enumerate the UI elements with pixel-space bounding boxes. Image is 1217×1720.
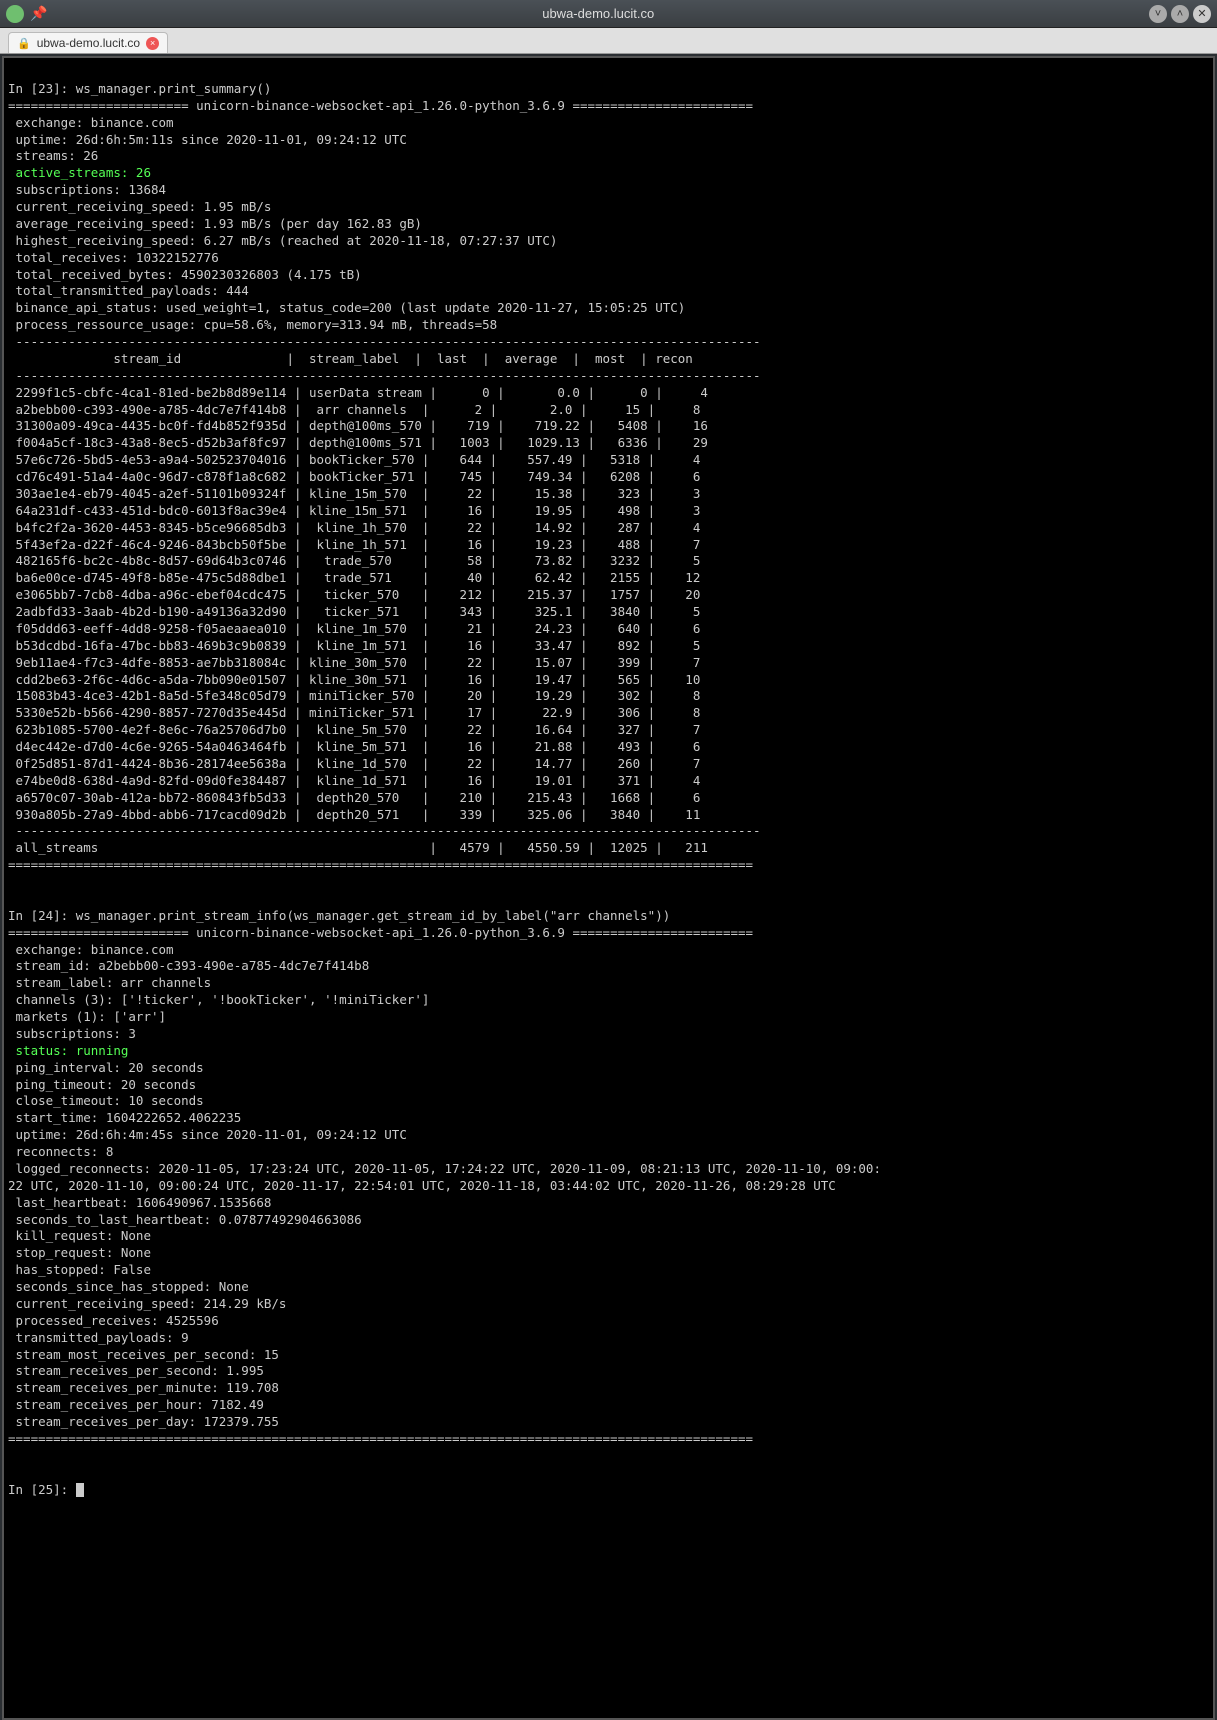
line2-seconds-to-lh: seconds_to_last_heartbeat: 0.07877492904… xyxy=(8,1212,362,1227)
pin-icon[interactable]: 📌 xyxy=(30,5,47,22)
line-exchange: exchange: binance.com xyxy=(8,115,174,130)
line2-stop-request: stop_request: None xyxy=(8,1245,151,1260)
line2-srph: stream_receives_per_hour: 7182.49 xyxy=(8,1397,264,1412)
line-crs: current_receiving_speed: 1.95 mB/s xyxy=(8,199,271,214)
line2-logged-reconnects: logged_reconnects: 2020-11-05, 17:23:24 … xyxy=(8,1161,881,1176)
table-header: stream_id | stream_label | last | averag… xyxy=(8,351,693,366)
line2-srps: stream_receives_per_second: 1.995 xyxy=(8,1363,264,1378)
line2-last-heartbeat: last_heartbeat: 1606490967.1535668 xyxy=(8,1195,271,1210)
browser-tab[interactable]: 🔒 ubwa-demo.lucit.co × xyxy=(8,32,168,53)
line-api-status: binance_api_status: used_weight=1, statu… xyxy=(8,300,685,315)
prompt-25: In [25]: xyxy=(8,1482,76,1497)
line2-subscriptions: subscriptions: 3 xyxy=(8,1026,136,1041)
line2-channels: channels (3): ['!ticker', '!bookTicker',… xyxy=(8,992,429,1007)
line2-status: status: running xyxy=(8,1043,128,1058)
window-titlebar: 📌 ubwa-demo.lucit.co ˅ ˄ ✕ xyxy=(0,0,1217,28)
separator: ----------------------------------------… xyxy=(8,334,761,349)
footer-sep2: ========================================… xyxy=(8,1431,753,1446)
line-total-receives: total_receives: 10322152776 xyxy=(8,250,219,265)
line2-has-stopped: has_stopped: False xyxy=(8,1262,151,1277)
separator: ----------------------------------------… xyxy=(8,823,761,838)
table-rows: 2299f1c5-cbfc-4ca1-81ed-be2b8d89e114 | u… xyxy=(8,385,1209,824)
footer-row: all_streams | 4579 | 4550.59 | 12025 | 2… xyxy=(8,840,708,855)
line2-stream-label: stream_label: arr channels xyxy=(8,975,211,990)
line2-crs: current_receiving_speed: 214.29 kB/s xyxy=(8,1296,286,1311)
line2-srpd: stream_receives_per_day: 172379.755 xyxy=(8,1414,279,1429)
line2-markets: markets (1): ['arr'] xyxy=(8,1009,166,1024)
line2-processed-receives: processed_receives: 4525596 xyxy=(8,1313,219,1328)
banner2: ======================== unicorn-binance… xyxy=(8,925,753,940)
footer-sep: ========================================… xyxy=(8,857,753,872)
tab-label: ubwa-demo.lucit.co xyxy=(37,36,140,50)
line2-uptime: uptime: 26d:6h:4m:45s since 2020-11-01, … xyxy=(8,1127,407,1142)
line2-smrps: stream_most_receives_per_second: 15 xyxy=(8,1347,279,1362)
line2-transmitted-payloads: transmitted_payloads: 9 xyxy=(8,1330,189,1345)
line2-reconnects: reconnects: 8 xyxy=(8,1144,113,1159)
line2-kill-request: kill_request: None xyxy=(8,1228,151,1243)
terminal-output[interactable]: In [23]: ws_manager.print_summary() ====… xyxy=(2,56,1215,1720)
banner: ======================== unicorn-binance… xyxy=(8,98,753,113)
prompt-23: In [23]: xyxy=(8,81,76,96)
close-button[interactable]: ✕ xyxy=(1193,5,1211,23)
cursor[interactable] xyxy=(76,1483,84,1497)
tab-bar: 🔒 ubwa-demo.lucit.co × xyxy=(0,28,1217,54)
line2-stream-id: stream_id: a2bebb00-c393-490e-a785-4dc7e… xyxy=(8,958,369,973)
line2-close-timeout: close_timeout: 10 seconds xyxy=(8,1093,204,1108)
line-active-streams: active_streams: 26 xyxy=(8,165,151,180)
line2-logged-reconnects2: 22 UTC, 2020-11-10, 09:00:24 UTC, 2020-1… xyxy=(8,1178,836,1193)
lock-icon: 🔒 xyxy=(17,37,31,50)
line2-exchange: exchange: binance.com xyxy=(8,942,174,957)
minimize-button[interactable]: ˅ xyxy=(1149,5,1167,23)
maximize-button[interactable]: ˄ xyxy=(1171,5,1189,23)
prompt-24: In [24]: xyxy=(8,908,76,923)
tab-close-icon[interactable]: × xyxy=(146,37,159,50)
line-uptime: uptime: 26d:6h:5m:11s since 2020-11-01, … xyxy=(8,132,407,147)
line2-start-time: start_time: 1604222652.4062235 xyxy=(8,1110,241,1125)
app-icon xyxy=(6,5,24,23)
line-streams: streams: 26 xyxy=(8,148,98,163)
command-23: ws_manager.print_summary() xyxy=(76,81,272,96)
window-title: ubwa-demo.lucit.co xyxy=(47,6,1149,21)
line-ars: average_receiving_speed: 1.93 mB/s (per … xyxy=(8,216,422,231)
line-ttp: total_transmitted_payloads: 444 xyxy=(8,283,249,298)
line-hrs: highest_receiving_speed: 6.27 mB/s (reac… xyxy=(8,233,557,248)
command-24: ws_manager.print_stream_info(ws_manager.… xyxy=(76,908,671,923)
separator: ----------------------------------------… xyxy=(8,368,761,383)
line2-srpm: stream_receives_per_minute: 119.708 xyxy=(8,1380,279,1395)
line2-seconds-since: seconds_since_has_stopped: None xyxy=(8,1279,249,1294)
line2-ping-timeout: ping_timeout: 20 seconds xyxy=(8,1077,196,1092)
line-ressource: process_ressource_usage: cpu=58.6%, memo… xyxy=(8,317,497,332)
line2-ping-interval: ping_interval: 20 seconds xyxy=(8,1060,204,1075)
line-subscriptions: subscriptions: 13684 xyxy=(8,182,166,197)
line-total-received-bytes: total_received_bytes: 4590230326803 (4.1… xyxy=(8,267,362,282)
